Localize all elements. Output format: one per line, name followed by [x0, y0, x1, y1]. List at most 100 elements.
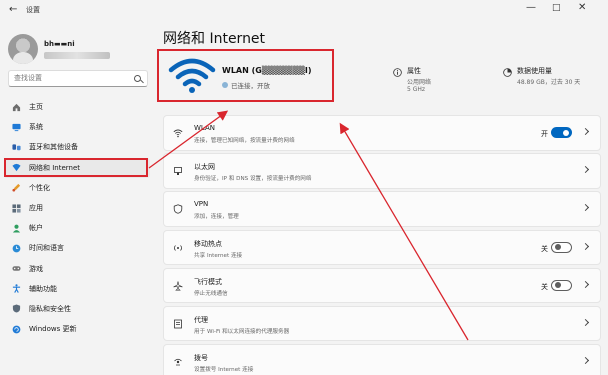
page-title: 网络和 Internet	[163, 31, 266, 47]
update-icon	[12, 325, 21, 334]
brush-icon	[12, 183, 21, 192]
card-title: WLAN	[194, 124, 216, 132]
user-name: bh▬▬ni	[44, 40, 75, 48]
data-usage-icon	[503, 68, 512, 77]
chevron-right-icon[interactable]	[581, 280, 590, 288]
sidebar-item-label: 帐户	[29, 224, 43, 233]
info-icon	[393, 68, 402, 77]
card-description: 停止无线通信	[194, 290, 228, 297]
proxy-icon	[174, 319, 182, 329]
home-icon	[12, 103, 21, 112]
chevron-right-icon[interactable]	[581, 204, 590, 212]
sidebar: bh▬▬ni 主页 系统 蓝牙和其他设备	[0, 22, 155, 375]
sidebar-item-label: 个性化	[29, 183, 50, 192]
close-button[interactable]: ✕	[578, 2, 586, 14]
toggle-knob	[563, 129, 569, 136]
title-bar: ← 设置 — □ ✕	[0, 0, 608, 22]
mobile-hotspot-toggle[interactable]	[551, 241, 572, 253]
dialup-icon	[174, 358, 182, 366]
back-arrow-icon[interactable]: ←	[9, 4, 17, 15]
app-title: 设置	[26, 6, 40, 14]
toggle-state-label: 开	[541, 130, 548, 138]
sidebar-item-time-language[interactable]: 时间和语言	[4, 238, 150, 258]
sidebar-item-privacy[interactable]: 隐私和安全性	[4, 299, 150, 319]
sidebar-item-accounts[interactable]: 帐户	[4, 218, 150, 238]
sidebar-item-label: 主页	[29, 103, 43, 112]
toggle-knob	[554, 282, 561, 289]
annotation-highlight-connection	[157, 49, 334, 102]
sidebar-item-home[interactable]: 主页	[4, 97, 150, 117]
maximize-button[interactable]: □	[552, 2, 561, 14]
airplane-mode-card[interactable]: 飞行模式 停止无线通信 关	[163, 267, 601, 304]
user-profile[interactable]: bh▬▬ni	[8, 34, 153, 68]
card-title: 移动热点	[194, 239, 222, 248]
sidebar-nav: 主页 系统 蓝牙和其他设备 网络和 Internet 个性化 应用 帐户 时间和…	[4, 97, 150, 339]
wifi-icon	[173, 129, 183, 138]
data-usage-amount: 48.89 GB，过去 30 天	[517, 79, 581, 86]
search-input[interactable]	[14, 74, 124, 82]
search-box[interactable]	[8, 70, 148, 87]
sidebar-item-system[interactable]: 系统	[4, 117, 150, 137]
toggle-knob	[554, 244, 561, 251]
apps-icon	[12, 203, 21, 213]
toggle-state-label: 关	[541, 244, 548, 253]
annotation-highlight-nav	[4, 158, 148, 177]
vpn-shield-icon	[173, 204, 183, 215]
search-icon[interactable]	[134, 75, 141, 82]
mobile-hotspot-card[interactable]: 移动热点 共享 Internet 连接 关	[163, 229, 601, 266]
card-title: 飞行模式	[194, 277, 222, 286]
card-description: 连接，管理已知网络，按流量计费的网络	[194, 138, 295, 144]
card-description: 共享 Internet 连接	[194, 252, 243, 259]
shield-icon	[12, 304, 21, 314]
chevron-right-icon[interactable]	[581, 357, 590, 365]
sidebar-item-windows-update[interactable]: Windows 更新	[4, 319, 150, 339]
sidebar-item-apps[interactable]: 应用	[4, 198, 150, 218]
avatar	[8, 34, 38, 64]
minimize-button[interactable]: —	[526, 2, 536, 14]
sidebar-item-label: 辅助功能	[29, 284, 57, 293]
chevron-right-icon[interactable]	[581, 242, 590, 250]
sidebar-item-label: 蓝牙和其他设备	[29, 143, 78, 152]
sidebar-item-label: Windows 更新	[29, 325, 77, 334]
airplane-icon	[173, 281, 183, 291]
sidebar-item-personalization[interactable]: 个性化	[4, 178, 150, 198]
sidebar-item-label: 游戏	[29, 264, 43, 273]
card-description: 用于 Wi-Fi 和以太网连接的代理服务器	[194, 328, 290, 335]
sidebar-item-bluetooth[interactable]: 蓝牙和其他设备	[4, 137, 150, 157]
vpn-card[interactable]: VPN 添加，连接，管理	[163, 191, 601, 227]
accessibility-icon	[12, 284, 21, 294]
wlan-toggle[interactable]	[551, 127, 572, 138]
wlan-card[interactable]: WLAN 连接，管理已知网络，按流量计费的网络 开	[163, 115, 601, 151]
gamepad-icon	[12, 264, 21, 273]
card-title: VPN	[194, 200, 209, 209]
globe-clock-icon	[12, 244, 21, 253]
proxy-card[interactable]: 代理 用于 Wi-Fi 和以太网连接的代理服务器	[163, 305, 601, 342]
airplane-mode-toggle[interactable]	[551, 279, 572, 291]
card-description: 设置拨号 Internet 连接	[194, 367, 254, 374]
properties-network-type: 公用网络	[407, 79, 432, 86]
hotspot-icon	[174, 244, 182, 251]
properties-title: 属性	[407, 67, 421, 75]
card-description: 身份验证，IP 和 DNS 设置，按流量计费的网络	[194, 176, 312, 183]
card-title: 代理	[194, 315, 208, 324]
sidebar-item-label: 系统	[29, 123, 43, 132]
sidebar-item-label: 应用	[29, 204, 43, 213]
chevron-right-icon[interactable]	[581, 127, 590, 136]
bluetooth-icon	[12, 143, 21, 152]
properties-band: 5 GHz	[407, 86, 426, 93]
account-icon	[12, 224, 21, 233]
sidebar-item-gaming[interactable]: 游戏	[4, 259, 150, 279]
system-icon	[12, 123, 21, 132]
network-settings-list: WLAN 连接，管理已知网络，按流量计费的网络 开 以太网 身份验证，IP 和 …	[163, 115, 601, 375]
chevron-right-icon[interactable]	[581, 318, 590, 326]
data-usage-title: 数据使用量	[517, 67, 552, 75]
card-description: 添加，连接，管理	[194, 214, 239, 221]
ethernet-card[interactable]: 以太网 身份验证，IP 和 DNS 设置，按流量计费的网络	[163, 153, 601, 189]
dialup-card[interactable]: 拨号 设置拨号 Internet 连接	[163, 344, 601, 375]
user-email-redacted	[44, 52, 110, 59]
sidebar-item-label: 隐私和安全性	[29, 304, 71, 313]
toggle-state-label: 关	[541, 282, 548, 291]
chevron-right-icon[interactable]	[581, 166, 590, 174]
card-title: 以太网	[194, 163, 215, 172]
sidebar-item-accessibility[interactable]: 辅助功能	[4, 279, 150, 299]
